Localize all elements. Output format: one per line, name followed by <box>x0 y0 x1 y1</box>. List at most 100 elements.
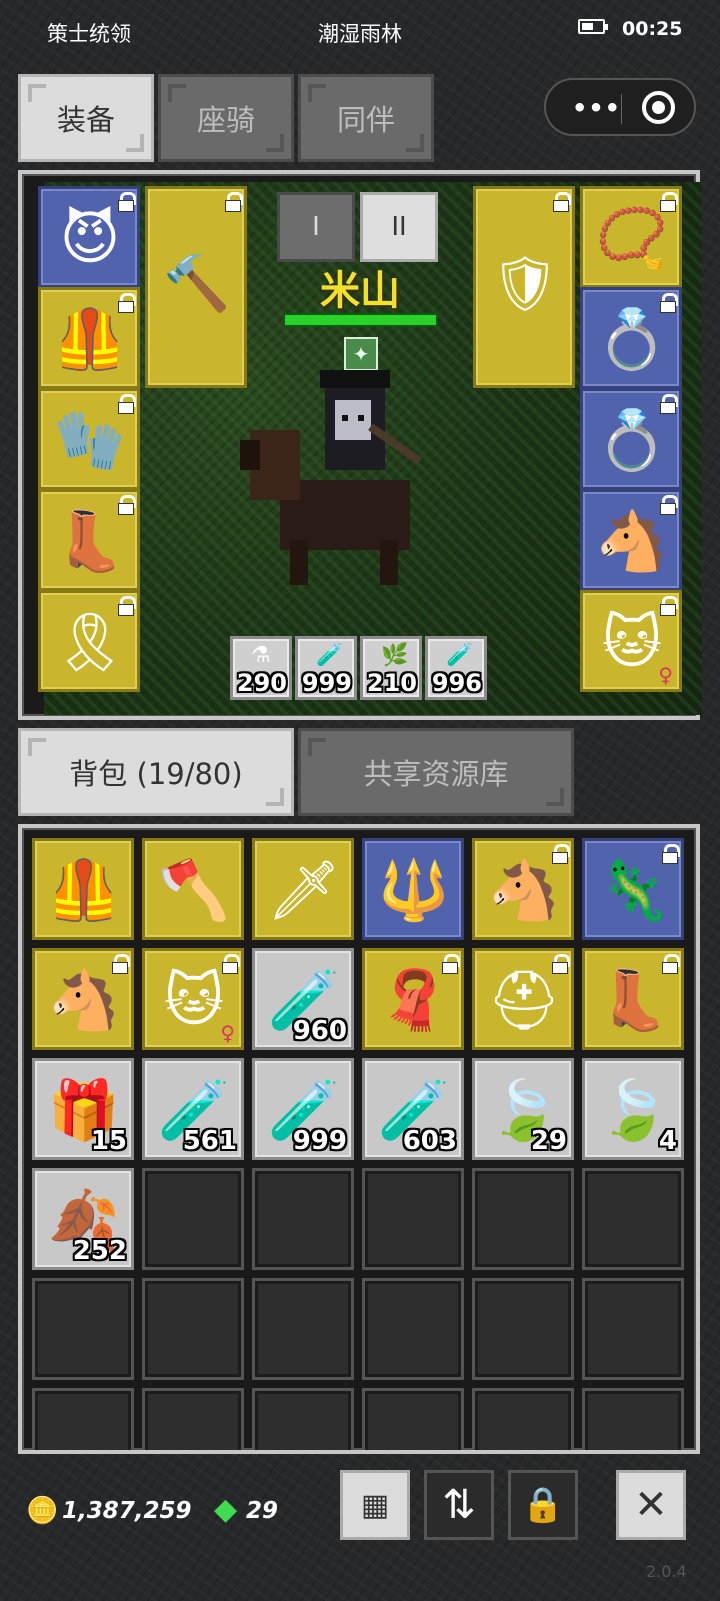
quick-slot[interactable]: 🧪 999 <box>295 636 357 700</box>
empty-slot[interactable] <box>252 1168 354 1270</box>
item-slot[interactable]: 🗡 <box>252 838 354 940</box>
lock-icon <box>659 495 678 515</box>
lock-icon <box>551 844 570 864</box>
potion-icon: 🧪 <box>316 643 344 668</box>
lock-icon <box>659 394 678 414</box>
hero-name: 米山 <box>320 268 400 314</box>
empty-slot[interactable] <box>362 1278 464 1380</box>
tab-label: 座骑 <box>196 103 255 137</box>
page-button-2[interactable]: II <box>360 192 438 262</box>
item-count: 960 <box>292 1016 347 1046</box>
boots-icon: 👢 <box>53 507 127 575</box>
tab-companion[interactable]: 同伴 <box>298 74 434 162</box>
empty-slot[interactable] <box>582 1168 684 1270</box>
item-slot[interactable]: 👢 <box>38 489 140 591</box>
item-slot[interactable]: 🧪 561 <box>142 1058 244 1160</box>
item-slot[interactable]: 🐴 <box>472 838 574 940</box>
hp-bar <box>283 313 438 327</box>
potion-icon: 🧪 <box>446 643 474 668</box>
belt-icon: 🎗 <box>53 608 127 676</box>
close-button[interactable]: ✕ <box>616 1470 686 1540</box>
item-slot[interactable]: 🧣 <box>362 948 464 1050</box>
lock-icon <box>659 596 678 616</box>
golden-helmet-icon: ⛑ <box>487 966 561 1034</box>
tab-backpack[interactable]: 背包 (19/80) <box>18 728 294 816</box>
item-slot[interactable]: 🧪 960 <box>252 948 354 1050</box>
item-slot[interactable]: 🦎 <box>582 838 684 940</box>
item-count: 290 <box>236 669 287 697</box>
item-slot[interactable]: 🐴 <box>32 948 134 1050</box>
item-slot[interactable]: 🧪 999 <box>252 1058 354 1160</box>
empty-slot[interactable] <box>362 1168 464 1270</box>
item-count: 999 <box>301 669 352 697</box>
tab-mount[interactable]: 座骑 <box>158 74 294 162</box>
version-label: 2.0.4 <box>646 1562 687 1581</box>
lock-icon <box>552 192 571 212</box>
backpack-panel: 🦺 🪓 🗡 🔱 🐴 🦎 🐴 🐱 ♀ 🧪 960 🧣 ⛑ 👢 🎁 15 🧪 561 🧪 999 🧪 603 🍃 29 🍃 4 🍂 252 <box>18 824 700 1454</box>
item-slot[interactable]: 🍃 4 <box>582 1058 684 1160</box>
horse-mount-icon: 🐴 <box>487 856 561 924</box>
dark-armor-icon: 🦺 <box>47 856 121 924</box>
item-slot[interactable]: 🎗 <box>38 590 140 692</box>
page-title: 潮湿雨林 <box>318 22 402 46</box>
gem-icon: ◆ <box>214 1492 238 1527</box>
close-target-icon[interactable] <box>642 91 675 124</box>
empty-slot[interactable] <box>362 1388 464 1450</box>
item-slot[interactable]: 🐴 <box>580 489 682 591</box>
lock-icon <box>659 192 678 212</box>
empty-slot[interactable] <box>472 1388 574 1450</box>
mini-program-capsule: ••• <box>544 78 696 136</box>
empty-slot[interactable] <box>472 1168 574 1270</box>
lock-button[interactable]: 🔒 <box>508 1470 578 1540</box>
item-count: 29 <box>530 1126 567 1156</box>
empty-slot[interactable] <box>142 1278 244 1380</box>
buff-icon: ✦ <box>344 337 378 371</box>
item-count: 996 <box>431 669 482 697</box>
item-slot[interactable]: 🎁 15 <box>32 1058 134 1160</box>
page-button-1[interactable]: I <box>277 192 355 262</box>
lock-icon <box>117 596 136 616</box>
tab-label: 共享资源库 <box>363 757 509 791</box>
item-slot[interactable]: 🪓 <box>142 838 244 940</box>
item-slot[interactable]: 🧪 603 <box>362 1058 464 1160</box>
lock-icon <box>117 495 136 515</box>
more-icon[interactable]: ••• <box>572 94 621 122</box>
sapphire-ring-icon: 💍 <box>595 406 669 474</box>
empty-slot[interactable] <box>252 1388 354 1450</box>
empty-slot[interactable] <box>252 1278 354 1380</box>
item-slot[interactable]: 🧤 <box>38 388 140 490</box>
item-slot[interactable]: 💍 <box>580 388 682 490</box>
empty-slot[interactable] <box>142 1168 244 1270</box>
lock-icon <box>111 954 130 974</box>
item-slot[interactable]: 🍃 29 <box>472 1058 574 1160</box>
scimitar-icon: 🗡 <box>267 856 341 924</box>
item-slot[interactable]: 🐱 ♀ <box>142 948 244 1050</box>
grid-view-button[interactable]: ▦ <box>340 1470 410 1540</box>
empty-slot[interactable] <box>32 1278 134 1380</box>
empty-slot[interactable] <box>582 1388 684 1450</box>
quick-slot[interactable]: ⚗ 290 <box>230 636 292 700</box>
sort-button[interactable]: ⇅ <box>424 1470 494 1540</box>
empty-slot[interactable] <box>472 1278 574 1380</box>
tab-label: 背包 (19/80) <box>69 757 243 791</box>
tab-label: 装备 <box>56 103 115 137</box>
footer-bar: 🪙 1,387,259 ◆ 29 ▦ ⇅ 🔒 ✕ 2.0.4 <box>0 1458 720 1601</box>
item-slot[interactable]: 👢 <box>582 948 684 1050</box>
empty-slot[interactable] <box>142 1388 244 1450</box>
quick-slot[interactable]: 🌿 210 <box>360 636 422 700</box>
tab-equipment[interactable]: 装备 <box>18 74 154 162</box>
tab-shared-storage[interactable]: 共享资源库 <box>298 728 574 816</box>
divider <box>621 94 622 124</box>
quick-slot[interactable]: 🧪 996 <box>425 636 487 700</box>
empty-slot[interactable] <box>582 1278 684 1380</box>
item-slot[interactable]: 🔱 <box>362 838 464 940</box>
lock-icon <box>224 192 243 212</box>
empty-slot[interactable] <box>32 1388 134 1450</box>
lock-icon <box>551 954 570 974</box>
item-slot[interactable]: 🍂 252 <box>32 1168 134 1270</box>
clock: 00:25 <box>622 18 683 40</box>
item-slot[interactable]: ⛑ <box>472 948 574 1050</box>
item-slot[interactable]: 🦺 <box>32 838 134 940</box>
item-slot[interactable]: 🐱 ♀ <box>580 590 682 692</box>
female-icon: ♀ <box>658 663 673 687</box>
